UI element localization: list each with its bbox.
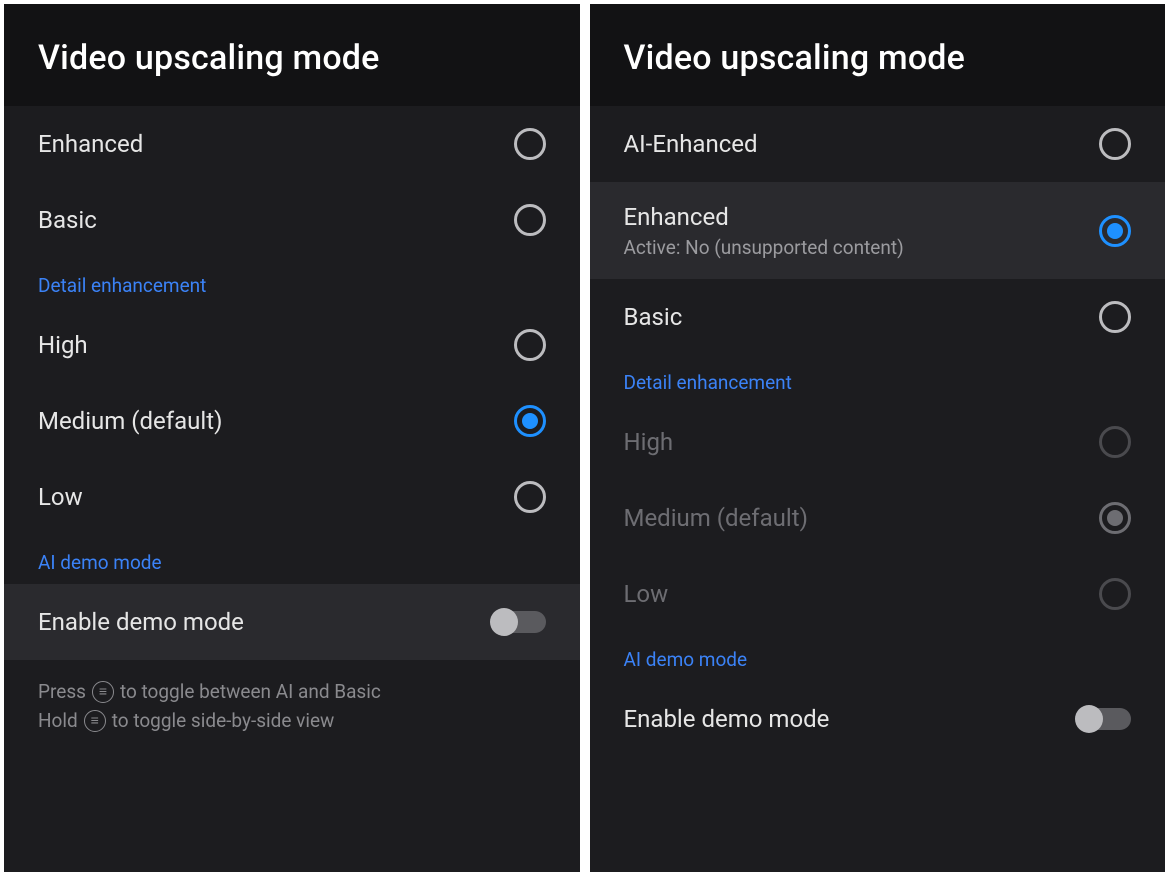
page-title: Video upscaling mode (624, 38, 1132, 78)
row-text: High (624, 427, 1100, 457)
radio-icon (1099, 301, 1131, 333)
detail-option-low[interactable]: Low (4, 459, 580, 535)
row-text: Enable demo mode (624, 704, 1078, 734)
row-text: Low (38, 482, 514, 512)
radio-icon (1099, 502, 1131, 534)
radio-icon (514, 405, 546, 437)
detail-option-high: High (590, 404, 1166, 480)
upscaling-option-basic[interactable]: Basic (590, 279, 1166, 355)
section-header-demo: AI demo mode (590, 632, 1166, 681)
radio-icon (514, 329, 546, 361)
section-header-detail: Detail enhancement (4, 258, 580, 307)
radio-icon (1099, 578, 1131, 610)
radio-icon (514, 128, 546, 160)
help-text: Hold (38, 707, 78, 736)
row-text: AI-Enhanced (624, 129, 1100, 159)
toggle-label: Enable demo mode (38, 607, 492, 637)
option-label: AI-Enhanced (624, 129, 1100, 159)
demo-mode-toggle-row[interactable]: Enable demo mode (590, 681, 1166, 757)
page-title: Video upscaling mode (38, 38, 546, 78)
toggle-knob (1075, 705, 1103, 733)
upscaling-option-ai-enhanced[interactable]: AI-Enhanced (590, 106, 1166, 182)
section-header-detail: Detail enhancement (590, 355, 1166, 404)
help-text: Press (38, 678, 86, 707)
help-text: to toggle side-by-side view (112, 707, 335, 736)
radio-icon (514, 481, 546, 513)
detail-option-medium: Medium (default) (590, 480, 1166, 556)
settings-list: Enhanced Basic Detail enhancement High (4, 106, 580, 872)
panel-header: Video upscaling mode (4, 4, 580, 106)
stage: Video upscaling mode Enhanced Basic Deta… (0, 0, 1169, 876)
help-text: to toggle between AI and Basic (120, 678, 381, 707)
settings-panel-left: Video upscaling mode Enhanced Basic Deta… (4, 4, 580, 872)
help-line-hold: Hold ≡ to toggle side-by-side view (38, 707, 546, 736)
option-label: Medium (default) (38, 406, 514, 436)
detail-option-medium[interactable]: Medium (default) (4, 383, 580, 459)
upscaling-option-enhanced[interactable]: Enhanced (4, 106, 580, 182)
settings-panel-right: Video upscaling mode AI-Enhanced Enhance… (590, 4, 1166, 872)
toggle-switch[interactable] (492, 611, 546, 633)
help-footer: Press ≡ to toggle between AI and Basic H… (4, 660, 580, 765)
option-label: Basic (38, 205, 514, 235)
option-label: Basic (624, 302, 1100, 332)
panel-header: Video upscaling mode (590, 4, 1166, 106)
radio-icon (1099, 426, 1131, 458)
demo-mode-toggle-row[interactable]: Enable demo mode (4, 584, 580, 660)
row-text: Medium (default) (624, 503, 1100, 533)
row-text: High (38, 330, 514, 360)
toggle-label: Enable demo mode (624, 704, 1078, 734)
menu-button-icon: ≡ (84, 710, 106, 732)
upscaling-option-enhanced[interactable]: Enhanced Active: No (unsupported content… (590, 182, 1166, 279)
option-label: Low (624, 579, 1100, 609)
option-label: Medium (default) (624, 503, 1100, 533)
option-label: High (624, 427, 1100, 457)
toggle-knob (490, 608, 518, 636)
row-text: Enhanced Active: No (unsupported content… (624, 202, 1100, 259)
row-text: Medium (default) (38, 406, 514, 436)
upscaling-option-basic[interactable]: Basic (4, 182, 580, 258)
radio-icon (1099, 128, 1131, 160)
radio-icon (1099, 215, 1131, 247)
section-header-demo: AI demo mode (4, 535, 580, 584)
row-text: Enable demo mode (38, 607, 492, 637)
row-text: Low (624, 579, 1100, 609)
option-label: High (38, 330, 514, 360)
detail-option-high[interactable]: High (4, 307, 580, 383)
menu-button-icon: ≡ (92, 681, 114, 703)
option-label: Enhanced (624, 202, 1100, 232)
detail-option-low: Low (590, 556, 1166, 632)
radio-icon (514, 204, 546, 236)
row-text: Basic (38, 205, 514, 235)
option-subtitle: Active: No (unsupported content) (624, 236, 1100, 259)
option-label: Enhanced (38, 129, 514, 159)
row-text: Enhanced (38, 129, 514, 159)
option-label: Low (38, 482, 514, 512)
help-line-press: Press ≡ to toggle between AI and Basic (38, 678, 546, 707)
settings-list: AI-Enhanced Enhanced Active: No (unsuppo… (590, 106, 1166, 872)
row-text: Basic (624, 302, 1100, 332)
toggle-switch[interactable] (1077, 708, 1131, 730)
